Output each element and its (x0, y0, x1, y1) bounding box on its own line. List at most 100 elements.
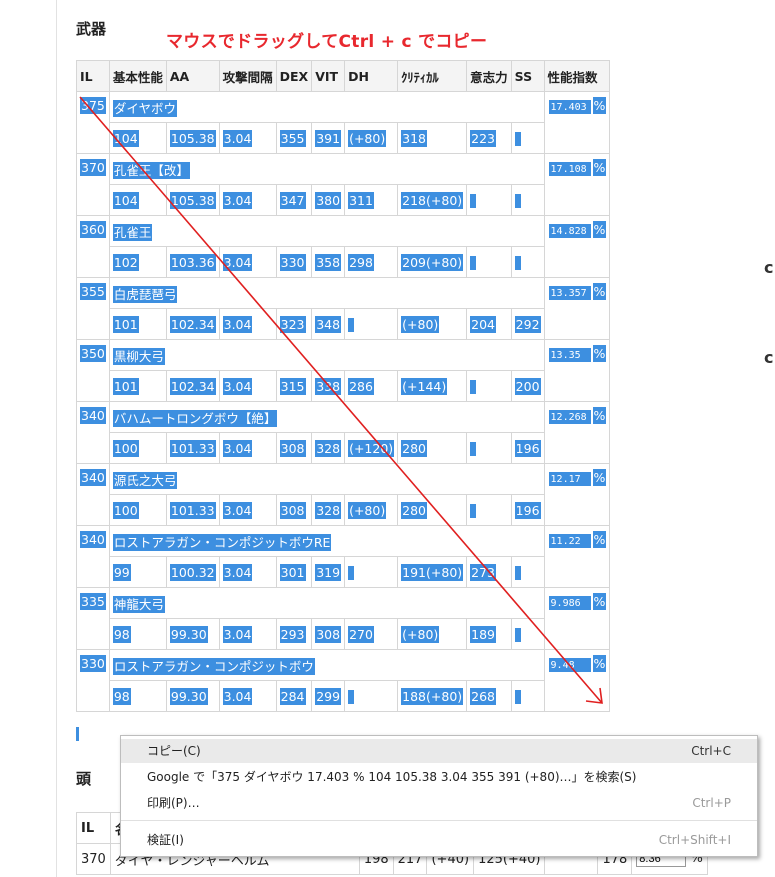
weapon-stat-dex: 284 (275, 680, 313, 712)
weapon-stat-empty-selection (348, 689, 355, 704)
weapon-stat-value: 268 (470, 687, 497, 705)
weapon-stat-base: 104 (108, 184, 167, 216)
weapon-name-text: 黒柳大弓 (112, 347, 165, 365)
weapon-stat-value: 338 (315, 377, 342, 395)
weapon-stat-dex: 308 (275, 432, 313, 464)
weapon-il-text: 340 (80, 407, 106, 424)
menu-item-inspect[interactable]: 検証(I) Ctrl+Shift+I (121, 828, 757, 852)
weapon-name-text: 源氏之大弓 (112, 471, 178, 489)
weapon-name-row: 340 バハムートロングボウ【絶】 12.268% (76, 401, 611, 464)
weapon-name-text: 孔雀王 (112, 223, 153, 241)
weapon-stat-aa: 102.34 (165, 370, 220, 402)
weapon-rating-pct: % (592, 655, 607, 672)
weapon-stat-dh: 270 (344, 618, 399, 650)
weapon-rating-input[interactable]: 9.986 (547, 594, 592, 611)
weapon-stat-aa: 105.38 (165, 184, 220, 216)
head-il: 370 (76, 843, 111, 875)
weapon-stat-empty-selection (470, 255, 477, 270)
weapon-il: 335 (76, 587, 110, 650)
weapon-stat-value: 3.04 (222, 563, 253, 581)
weapon-stat-value: 3.04 (222, 501, 253, 519)
weapon-stat-value: 3.04 (222, 191, 253, 209)
weapon-name-text: バハムートロングボウ【絶】 (112, 409, 278, 427)
weapon-stat-value: 380 (315, 191, 342, 209)
weapon-stat-empty-selection (514, 193, 521, 208)
weapon-stat-ss: 196 (510, 494, 545, 526)
weapon-stat-value: 3.04 (222, 687, 253, 705)
weapon-rating-input[interactable]: 17.108 (547, 160, 592, 177)
weapon-stat-dex: 301 (275, 556, 313, 588)
head-col-il: IL (76, 812, 111, 844)
weapon-table-header: IL 基本性能 AA 攻撃間隔 DEX VIT DH ｸﾘﾃｨｶﾙ 意志力 SS 性能指数 (76, 60, 611, 92)
weapon-stat-value: 273 (470, 563, 497, 581)
weapon-il: 375 (76, 91, 110, 154)
col-header-vit: VIT (311, 60, 346, 92)
weapon-stat-dex: 323 (275, 308, 313, 340)
weapon-stat-ss: 292 (510, 308, 545, 340)
weapon-stat-value: 308 (279, 501, 306, 519)
weapon-stat-empty-selection (348, 565, 355, 580)
weapon-stat-value: 102.34 (169, 377, 216, 395)
weapon-rating-pct: % (592, 593, 607, 610)
weapon-stat-ss (510, 122, 545, 154)
weapon-rating-cell: 9.986% (543, 587, 611, 650)
weapon-stat-value: 99 (112, 563, 131, 581)
weapon-stat-aa: 102.34 (165, 308, 220, 340)
weapon-stat-value: 308 (279, 439, 306, 457)
weapon-rating-input[interactable]: 11.22 (547, 532, 592, 549)
weapon-name-row: 350 黒柳大弓 13.35% (76, 339, 611, 402)
weapon-stat-value: (+144) (401, 377, 448, 395)
weapon-stat-value: 330 (279, 253, 306, 271)
weapon-name: 孔雀王【改】 (108, 153, 545, 185)
weapon-stat-dh: (+120) (344, 432, 399, 464)
weapon-stat-value: 308 (315, 625, 342, 643)
weapon-stat-interval: 3.04 (218, 246, 277, 278)
weapon-stat-crit: (+144) (397, 370, 468, 402)
weapon-stat-interval: 3.04 (218, 556, 277, 588)
content-left-border (56, 0, 57, 877)
weapon-stat-dh: 298 (344, 246, 399, 278)
menu-item-copy[interactable]: コピー(C) Ctrl+C (121, 739, 757, 763)
weapon-stat-value: 223 (470, 129, 497, 147)
col-header-dex: DEX (275, 60, 313, 92)
weapon-rating-pct: % (592, 345, 607, 362)
weapon-rating-input[interactable]: 12.17 (547, 470, 592, 487)
weapon-stat-value: 328 (315, 439, 342, 457)
weapon-name-row: 375 ダイヤボウ 17.403% (76, 91, 611, 154)
weapon-stat-dex: 293 (275, 618, 313, 650)
menu-item-print[interactable]: 印刷(P)… Ctrl+P (121, 791, 757, 815)
weapon-stat-value: 102 (112, 253, 139, 271)
weapon-stats-row: 99 100.32 3.04 301 319 191(+80) 273 (77, 556, 610, 588)
weapon-stat-dex: 355 (275, 122, 313, 154)
weapon-name: ロストアラガン・コンポジットボウ (108, 649, 545, 681)
weapon-rating-input[interactable]: 14.828 (547, 222, 592, 239)
weapon-stat-value: 100 (112, 501, 139, 519)
menu-print-shortcut: Ctrl+P (692, 796, 731, 810)
weapon-stat-det (466, 246, 512, 278)
weapon-rating-input[interactable]: 9.48 (547, 656, 592, 673)
weapon-rating-input[interactable]: 13.35 (547, 346, 592, 363)
weapon-stat-det: 204 (466, 308, 512, 340)
weapon-stat-ss (510, 556, 545, 588)
weapon-name: バハムートロングボウ【絶】 (108, 401, 545, 433)
menu-item-search[interactable]: Google で「375 ダイヤボウ 17.403 % 104 105.38 3… (121, 765, 757, 789)
weapon-stats-row: 100 101.33 3.04 308 328 (+80) 280 196 (77, 494, 610, 526)
weapon-stat-value: 280 (401, 439, 428, 457)
weapon-stat-interval: 3.04 (218, 432, 277, 464)
weapon-name: 白虎琵琶弓 (108, 277, 545, 309)
weapon-stat-value: 99.30 (169, 625, 208, 643)
menu-copy-label: コピー(C) (147, 744, 201, 758)
weapon-rating-cell: 12.17% (543, 463, 611, 526)
weapon-name-row: 370 孔雀王【改】 17.108% (76, 153, 611, 216)
weapon-rating-input[interactable]: 17.403 (547, 98, 592, 115)
weapon-il: 355 (76, 277, 110, 340)
weapon-stat-empty-selection (514, 689, 521, 704)
weapon-stat-value: 358 (315, 253, 342, 271)
weapon-rating-input[interactable]: 13.357 (547, 284, 592, 301)
weapon-stat-vit: 328 (311, 494, 346, 526)
weapon-stat-value: 292 (514, 315, 541, 333)
menu-inspect-shortcut: Ctrl+Shift+I (658, 833, 731, 847)
weapon-rating-input[interactable]: 12.268 (547, 408, 592, 425)
weapon-stats-row: 101 102.34 3.04 323 348 (+80) 204 292 (77, 308, 610, 340)
weapon-stat-vit: 380 (311, 184, 346, 216)
